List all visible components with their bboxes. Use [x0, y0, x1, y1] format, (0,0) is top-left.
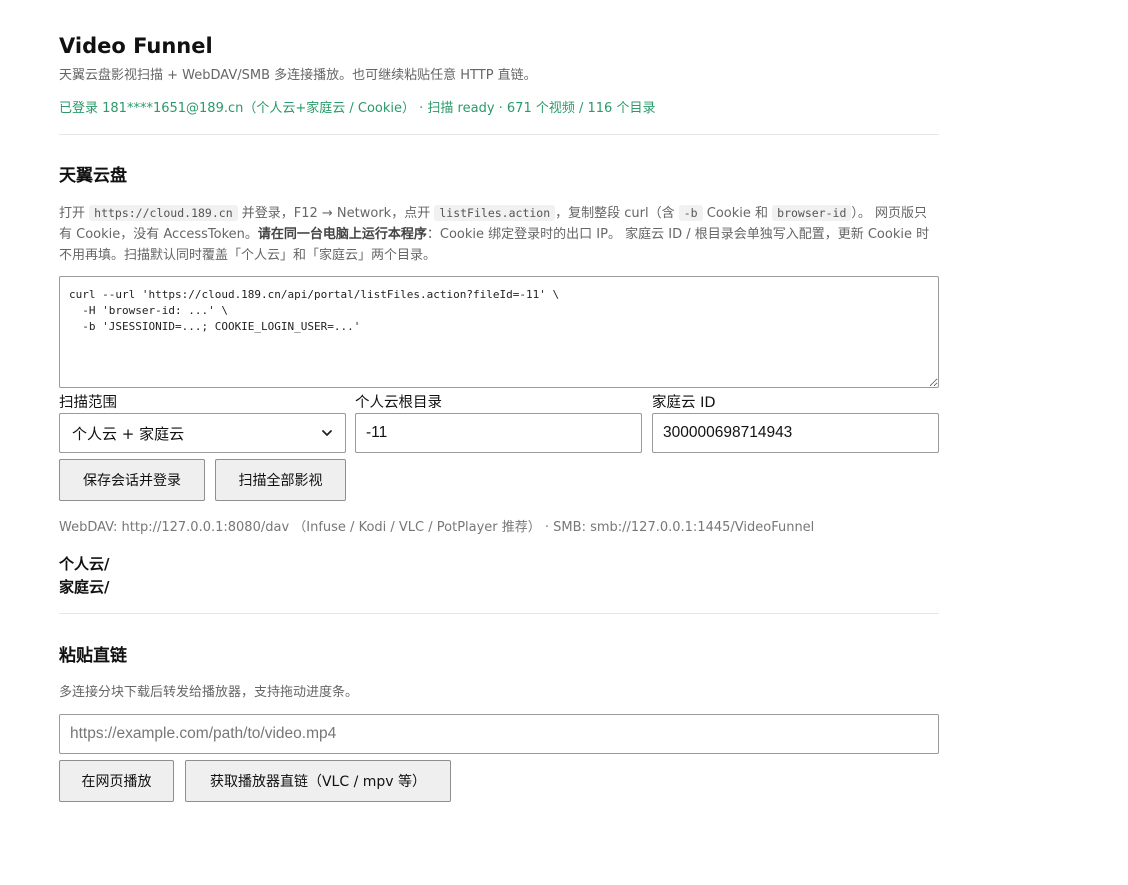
family-id-label: 家庭云 ID: [652, 395, 716, 411]
root-label: 个人云根目录: [355, 395, 442, 411]
folder-personal[interactable]: 个人云/: [59, 554, 109, 574]
instr-text: 打开: [59, 206, 90, 221]
folder-family[interactable]: 家庭云/: [59, 577, 109, 597]
save-session-button[interactable]: 保存会话并登录: [59, 459, 205, 501]
direct-link-heading: 粘贴直链: [59, 646, 127, 666]
get-player-link-button[interactable]: 获取播放器直链（VLC / mpv 等）: [185, 760, 451, 802]
curl-textarea[interactable]: [59, 276, 939, 388]
url-input[interactable]: [59, 714, 939, 754]
divider: [59, 613, 939, 614]
server-endpoints: WebDAV: http://127.0.0.1:8080/dav （Infus…: [59, 520, 815, 535]
instr-text: Cookie 和: [702, 206, 773, 221]
cloud-section-heading: 天翼云盘: [59, 166, 127, 186]
instr-code-endpoint: listFiles.action: [434, 205, 556, 221]
instr-emphasis: 请在同一台电脑上运行本程序: [257, 227, 427, 242]
scope-selected-value: 个人云 + 家庭云: [72, 424, 185, 443]
scan-all-button[interactable]: 扫描全部影视: [215, 459, 346, 501]
instr-code-url: https://cloud.189.cn: [89, 205, 238, 221]
login-status: 已登录 181****1651@189.cn（个人云+家庭云 / Cookie）…: [59, 101, 656, 116]
scope-label: 扫描范围: [59, 395, 117, 411]
family-id-input[interactable]: [652, 413, 939, 453]
instr-text: 并登录，F12 → Network，点开: [237, 206, 435, 221]
root-dir-input[interactable]: [355, 413, 642, 453]
page-title: Video Funnel: [59, 34, 213, 58]
play-in-browser-button[interactable]: 在网页播放: [59, 760, 174, 802]
instr-text: ，复制整段 curl（含: [555, 206, 679, 221]
instr-code-header: browser-id: [772, 205, 852, 221]
cloud-instructions: 打开 https://cloud.189.cn 并登录，F12 → Networ…: [59, 203, 939, 266]
chevron-down-icon: [322, 430, 332, 436]
page-subtitle: 天翼云盘影视扫描 + WebDAV/SMB 多连接播放。也可继续粘贴任意 HTT…: [59, 68, 537, 83]
scope-select[interactable]: 个人云 + 家庭云: [59, 413, 346, 453]
direct-link-description: 多连接分块下载后转发给播放器，支持拖动进度条。: [59, 685, 359, 700]
instr-code-flag: -b: [678, 205, 703, 221]
divider: [59, 134, 939, 135]
